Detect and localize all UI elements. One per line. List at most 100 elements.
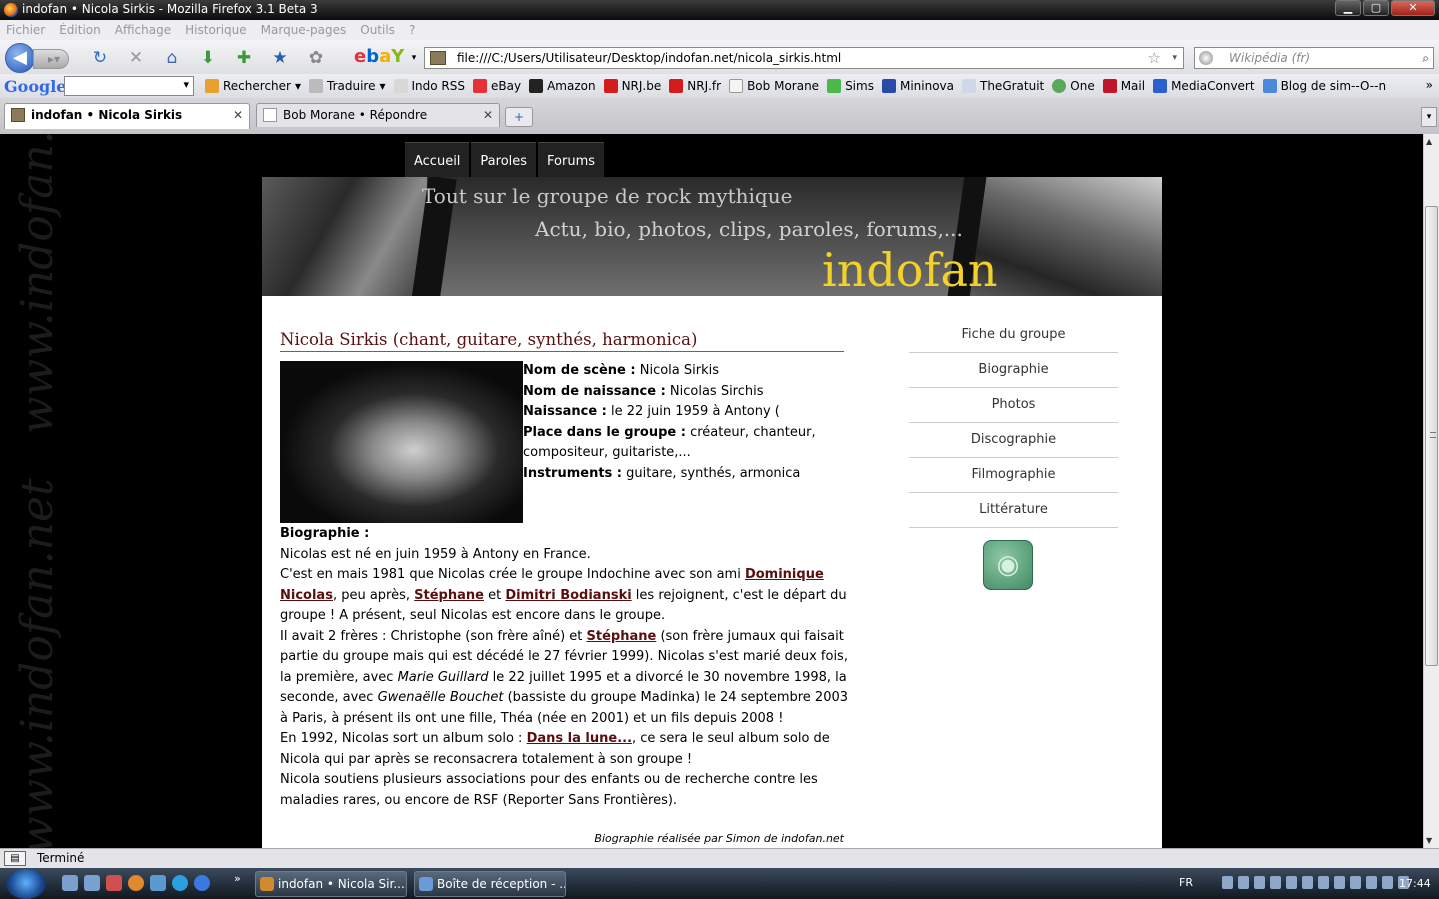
menu-aide[interactable]: ? — [409, 20, 415, 40]
bookmark-bob-morane[interactable]: Bob Morane — [729, 79, 819, 93]
stop-icon[interactable]: ✕ — [126, 48, 146, 68]
rss-icon[interactable]: ◉ — [983, 540, 1033, 590]
taskbar-item-mail[interactable]: Boîte de réception - ... — [414, 871, 566, 897]
quicklaunch-overflow-icon[interactable]: » — [234, 872, 241, 885]
bookmark-mail[interactable]: Mail — [1102, 79, 1145, 93]
sidebar-item-fiche[interactable]: Fiche du groupe — [909, 318, 1118, 353]
page-viewport: www.indofan.ne www.indofan.net Accueil P… — [0, 134, 1423, 848]
mail-icon — [419, 877, 433, 891]
add-page-icon[interactable]: ✚ — [234, 48, 254, 68]
search-box[interactable]: Wikipédia (fr) ⌕ — [1194, 47, 1434, 69]
tray-icon[interactable] — [1270, 876, 1281, 889]
link-stephane-2[interactable]: Stéphane — [587, 629, 657, 644]
menu-edition[interactable]: Édition — [59, 20, 101, 40]
volume-icon[interactable] — [1382, 876, 1393, 889]
bookmark-star-icon[interactable]: ★ — [270, 48, 290, 68]
maximize-button[interactable]: ▢ — [1363, 0, 1389, 16]
tray-icon[interactable] — [1222, 876, 1233, 889]
bookmark-indo-rss[interactable]: Indo RSS — [393, 79, 465, 93]
ebay-icon[interactable]: ebaY — [354, 46, 404, 67]
tab-bar: indofan • Nicola Sirkis ✕ Bob Morane • R… — [0, 98, 1439, 134]
sidebar-item-litterature[interactable]: Littérature — [909, 493, 1118, 528]
bookmark-nrj-fr[interactable]: NRJ.fr — [669, 79, 721, 93]
bookmark-sims[interactable]: Sims — [827, 79, 874, 93]
bookmark-amazon[interactable]: Amazon — [529, 79, 596, 93]
nav-accueil[interactable]: Accueil — [405, 142, 470, 177]
taskbar-item-firefox[interactable]: indofan • Nicola Sir... — [255, 871, 407, 897]
scroll-up-icon[interactable]: ▲ — [1426, 137, 1432, 146]
sidebar-item-biographie[interactable]: Biographie — [909, 353, 1118, 388]
language-indicator[interactable]: FR — [1179, 876, 1193, 889]
search-engine-icon[interactable] — [1199, 51, 1213, 65]
bookmark-mediaconvert[interactable]: MediaConvert — [1153, 79, 1255, 93]
bookmark-ebay[interactable]: eBay — [473, 79, 521, 93]
sidebar-item-photos[interactable]: Photos — [909, 388, 1118, 423]
show-desktop-icon[interactable] — [62, 875, 78, 891]
bookmarks-overflow-icon[interactable]: » — [1426, 78, 1433, 92]
bookmark-nrj-be[interactable]: NRJ.be — [603, 79, 661, 93]
vertical-scrollbar[interactable]: ▲ ▼ — [1423, 134, 1439, 848]
scroll-thumb[interactable] — [1425, 206, 1438, 666]
minimize-button[interactable]: ▁ — [1335, 0, 1361, 16]
tab-list-button[interactable]: ▾ — [1421, 107, 1437, 127]
firefox-icon — [260, 877, 274, 891]
banner-brand: indofan — [822, 243, 998, 296]
bookmark-one[interactable]: One — [1052, 79, 1095, 93]
tab-close-icon[interactable]: ✕ — [233, 104, 243, 126]
internet-explorer-icon[interactable] — [194, 875, 210, 891]
bookmark-blog-simon[interactable]: Blog de sim--O--n — [1262, 79, 1386, 93]
reload-icon[interactable]: ↻ — [90, 48, 110, 68]
menu-affichage[interactable]: Affichage — [115, 20, 171, 40]
forward-button[interactable]: ▸▾ — [33, 49, 69, 69]
ebay-dropdown-icon[interactable]: ▾ — [404, 48, 424, 68]
status-bar: ▤ Terminé — [0, 848, 1439, 868]
bookmark-page-icon[interactable]: ☆ — [1148, 48, 1161, 68]
new-tab-button[interactable]: + — [505, 107, 533, 127]
scroll-down-icon[interactable]: ▼ — [1426, 836, 1432, 845]
switch-windows-icon[interactable] — [84, 875, 100, 891]
menu-outils[interactable]: Outils — [360, 20, 395, 40]
close-window-button[interactable]: ✕ — [1391, 0, 1435, 16]
link-stephane[interactable]: Stéphane — [414, 588, 484, 603]
tray-icon[interactable] — [1350, 876, 1361, 889]
search-icon[interactable]: ⌕ — [1422, 48, 1429, 68]
extension-icon[interactable]: ✿ — [306, 48, 326, 68]
menu-fichier[interactable]: Fichier — [6, 20, 45, 40]
sidebar-item-filmographie[interactable]: Filmographie — [909, 458, 1118, 493]
nav-forums[interactable]: Forums — [538, 142, 605, 177]
tray-icon[interactable] — [1286, 876, 1297, 889]
tray-icon[interactable] — [1334, 876, 1345, 889]
address-bar[interactable]: file:///C:/Users/Utilisateur/Desktop/ind… — [424, 47, 1184, 69]
back-button[interactable]: ◀ — [5, 43, 35, 73]
bookmark-traduire[interactable]: Traduire ▾ — [309, 79, 386, 93]
link-dimitri-bodianski[interactable]: Dimitri Bodianski — [505, 588, 631, 603]
home-icon[interactable]: ⌂ — [162, 48, 182, 68]
link-dans-la-lune[interactable]: Dans la lune... — [527, 731, 632, 746]
clock[interactable]: 17:44 — [1399, 877, 1431, 890]
tab-indofan[interactable]: indofan • Nicola Sirkis ✕ — [4, 103, 250, 129]
nav-paroles[interactable]: Paroles — [471, 142, 537, 177]
tray-icon[interactable] — [1254, 876, 1265, 889]
tab-bob-morane[interactable]: Bob Morane • Répondre ✕ — [256, 103, 500, 127]
tray-icon[interactable] — [1302, 876, 1313, 889]
google-search-button[interactable]: Rechercher ▾ — [205, 79, 301, 93]
watermark-top: www.indofan.ne — [12, 134, 63, 434]
messenger-icon[interactable] — [150, 875, 166, 891]
bookmark-mininova[interactable]: Mininova — [881, 79, 954, 93]
start-button[interactable] — [6, 869, 46, 899]
firefox-quicklaunch-icon[interactable] — [128, 875, 144, 891]
sidebar-item-discographie[interactable]: Discographie — [909, 423, 1118, 458]
bookmark-thegratuit[interactable]: TheGratuit — [962, 79, 1044, 93]
tab-close-icon[interactable]: ✕ — [483, 104, 493, 126]
history-dropdown-icon[interactable]: ▾ — [1172, 48, 1177, 68]
google-search-input[interactable] — [64, 76, 194, 96]
bluetooth-icon[interactable] — [1318, 876, 1329, 889]
download-icon[interactable]: ⬇ — [198, 48, 218, 68]
quicklaunch-app-icon[interactable] — [106, 875, 122, 891]
network-icon[interactable] — [1366, 876, 1377, 889]
menu-marque-pages[interactable]: Marque-pages — [261, 20, 347, 40]
tray-icon[interactable] — [1238, 876, 1249, 889]
bio-text: En 1992, Nicolas sort un album solo : — [280, 731, 527, 746]
menu-historique[interactable]: Historique — [185, 20, 247, 40]
skype-icon[interactable] — [172, 875, 188, 891]
